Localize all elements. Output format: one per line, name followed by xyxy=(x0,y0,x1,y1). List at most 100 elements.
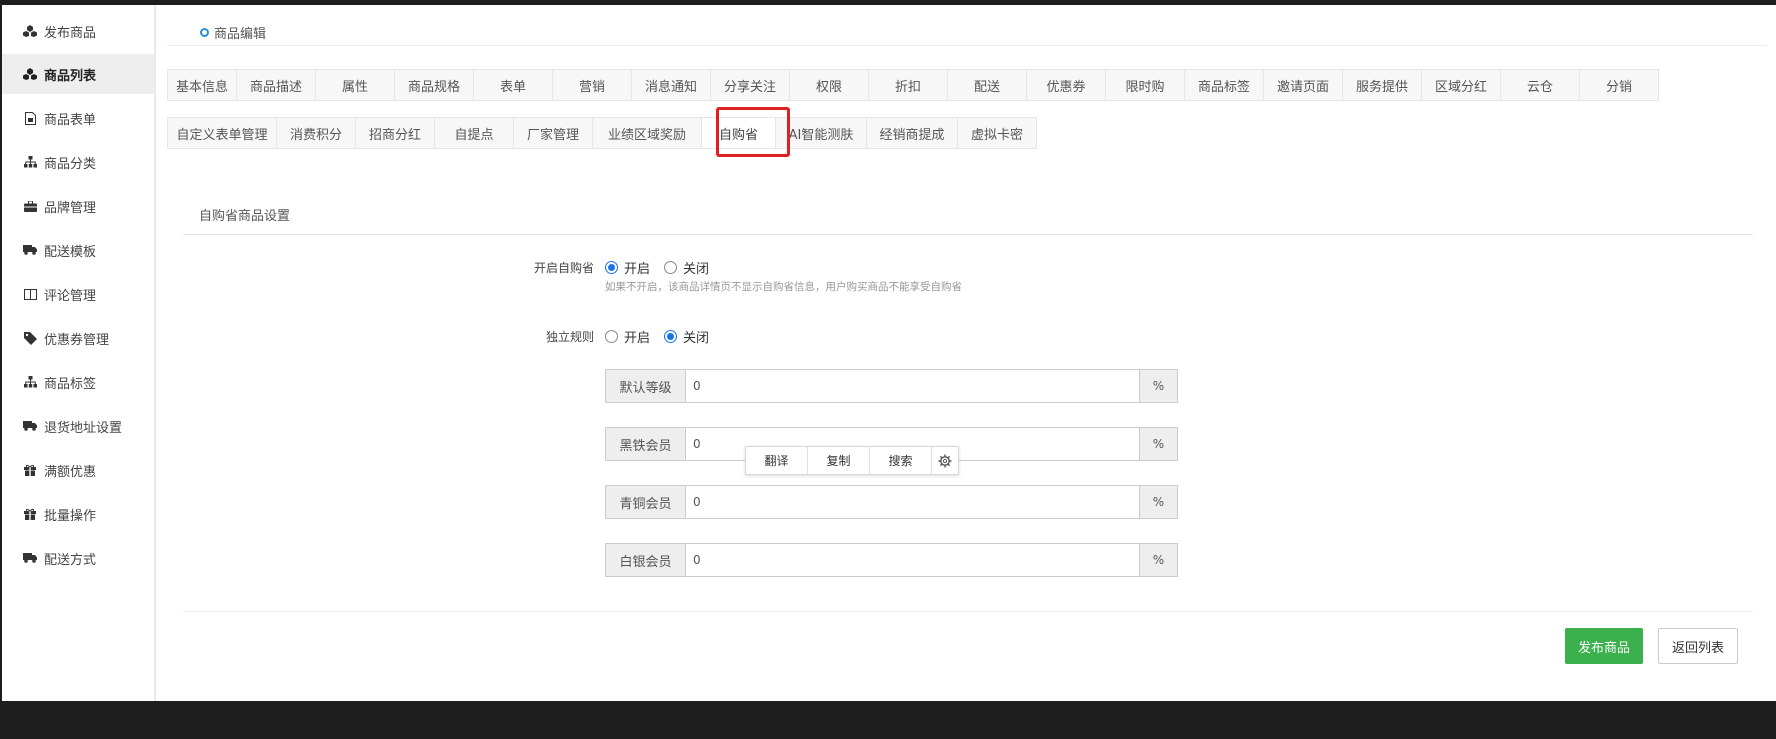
sidebar-item-label: 满额优惠 xyxy=(44,464,97,480)
sitemap-icon xyxy=(22,155,38,169)
independent-rule-radio-group: 开启 关闭 xyxy=(605,327,723,346)
sidebar-item-delivery-method[interactable]: 配送方式 xyxy=(2,538,154,578)
tab-ai-skin-test[interactable]: AI智能测肤 xyxy=(775,117,867,149)
sidebar-item-label: 退货地址设置 xyxy=(44,420,123,436)
radio-label: 开启 xyxy=(624,331,651,346)
sidebar-item-coupons[interactable]: 优惠券管理 xyxy=(2,318,154,358)
gift-icon xyxy=(22,463,38,477)
tab-pickup-point[interactable]: 自提点 xyxy=(434,117,514,149)
sidebar-item-shipping-template[interactable]: 配送模板 xyxy=(2,230,154,270)
enable-on-radio[interactable] xyxy=(605,261,618,274)
tab-bar-secondary: 自定义表单管理 消费积分 招商分红 自提点 厂家管理 业绩区域奖励 自购省 AI… xyxy=(167,117,1037,151)
sidebar-item-product-tags[interactable]: 商品标签 xyxy=(2,362,154,402)
app-window: 发布商品 商品列表 商品表单 商品分类 品牌管理 配送模板 评论管理 优惠券管理… xyxy=(2,5,1776,701)
tag-icon xyxy=(22,331,38,345)
level-percent-input[interactable]: 0 xyxy=(685,485,1140,519)
sidebar-item-label: 配送方式 xyxy=(44,552,97,568)
sidebar-item-label: 批量操作 xyxy=(44,508,97,524)
sidebar-item-full-discount[interactable]: 满额优惠 xyxy=(2,450,154,490)
tab-consumption-points[interactable]: 消费积分 xyxy=(276,117,356,149)
sidebar-item-brand[interactable]: 品牌管理 xyxy=(2,186,154,226)
independent-rule-off-radio[interactable] xyxy=(664,330,678,343)
tab-delivery[interactable]: 配送 xyxy=(947,69,1027,101)
gear-icon[interactable] xyxy=(932,447,958,474)
sidebar-item-publish-product[interactable]: 发布商品 xyxy=(2,11,154,51)
tab-self-purchase-saving[interactable]: 自购省 xyxy=(701,117,776,149)
sidebar-item-label: 优惠券管理 xyxy=(44,332,110,348)
sidebar-item-product-category[interactable]: 商品分类 xyxy=(2,142,154,182)
sidebar-item-label: 发布商品 xyxy=(44,25,97,41)
level-name: 白银会员 xyxy=(605,543,685,577)
divider xyxy=(183,611,1753,612)
sidebar-item-product-list[interactable]: 商品列表 xyxy=(2,54,154,94)
tab-distribution[interactable]: 分销 xyxy=(1579,69,1659,101)
tab-invite-page[interactable]: 邀请页面 xyxy=(1263,69,1343,101)
gift-icon xyxy=(22,507,38,521)
sidebar-item-label: 商品表单 xyxy=(44,112,97,128)
tab-merchant-dividend[interactable]: 招商分红 xyxy=(355,117,435,149)
sidebar-item-label: 品牌管理 xyxy=(44,200,97,216)
tab-product-description[interactable]: 商品描述 xyxy=(236,69,316,101)
selection-context-menu: 翻译 复制 搜索 xyxy=(745,446,959,475)
file-icon xyxy=(22,111,38,125)
tab-coupons[interactable]: 优惠券 xyxy=(1026,69,1106,101)
copy-button[interactable]: 复制 xyxy=(808,447,870,474)
sidebar-item-batch-operation[interactable]: 批量操作 xyxy=(2,494,154,534)
breadcrumb: 商品编辑 xyxy=(200,23,266,42)
tab-cloud-warehouse[interactable]: 云仓 xyxy=(1500,69,1580,101)
publish-product-button[interactable]: 发布商品 xyxy=(1565,628,1643,664)
tab-bar-primary: 基本信息 商品描述 属性 商品规格 表单 营销 消息通知 分享关注 权限 折扣 … xyxy=(167,69,1659,103)
level-percent-input[interactable]: 0 xyxy=(685,369,1140,403)
enable-off-radio[interactable] xyxy=(664,261,678,274)
radio-label: 关闭 xyxy=(683,262,710,277)
tab-share-follow[interactable]: 分享关注 xyxy=(710,69,790,101)
tab-product-tags[interactable]: 商品标签 xyxy=(1184,69,1264,101)
tab-virtual-card[interactable]: 虚拟卡密 xyxy=(957,117,1037,149)
tab-permissions[interactable]: 权限 xyxy=(789,69,869,101)
tab-discount[interactable]: 折扣 xyxy=(868,69,948,101)
independent-rule-on-radio[interactable] xyxy=(605,330,618,343)
main-content: 商品编辑 基本信息 商品描述 属性 商品规格 表单 营销 消息通知 分享关注 权… xyxy=(154,5,1776,701)
tab-manufacturer[interactable]: 厂家管理 xyxy=(513,117,593,149)
tab-form[interactable]: 表单 xyxy=(473,69,553,101)
tab-product-spec[interactable]: 商品规格 xyxy=(394,69,474,101)
level-percent-input[interactable]: 0 xyxy=(685,543,1140,577)
sidebar-item-comments[interactable]: 评论管理 xyxy=(2,274,154,314)
tab-flash-sale[interactable]: 限时购 xyxy=(1105,69,1185,101)
translate-button[interactable]: 翻译 xyxy=(746,447,808,474)
radio-label: 关闭 xyxy=(683,331,710,346)
tab-attributes[interactable]: 属性 xyxy=(315,69,395,101)
tab-basic-info[interactable]: 基本信息 xyxy=(167,69,237,101)
tab-dealer-commission[interactable]: 经销商提成 xyxy=(866,117,958,149)
truck-icon xyxy=(22,243,38,257)
tab-notifications[interactable]: 消息通知 xyxy=(631,69,711,101)
tab-service-provider[interactable]: 服务提供 xyxy=(1342,69,1422,101)
back-to-list-button[interactable]: 返回列表 xyxy=(1658,628,1738,664)
circle-icon xyxy=(200,28,209,37)
sidebar: 发布商品 商品列表 商品表单 商品分类 品牌管理 配送模板 评论管理 优惠券管理… xyxy=(2,5,156,701)
enable-label: 开启自购省 xyxy=(533,261,594,275)
truck-icon xyxy=(22,551,38,565)
percent-unit: % xyxy=(1140,369,1178,403)
level-input-group: 青铜会员 0 % xyxy=(605,485,1178,519)
tab-custom-form[interactable]: 自定义表单管理 xyxy=(167,117,277,149)
cubes-icon xyxy=(22,24,38,38)
columns-icon xyxy=(22,287,38,301)
cubes-icon xyxy=(22,67,38,81)
breadcrumb-label[interactable]: 商品编辑 xyxy=(214,23,266,42)
enable-hint: 如果不开启，该商品详情页不显示自购省信息，用户购买商品不能享受自购省 xyxy=(605,281,962,293)
search-button[interactable]: 搜索 xyxy=(870,447,932,474)
tab-marketing[interactable]: 营销 xyxy=(552,69,632,101)
divider xyxy=(183,234,1753,235)
tab-regional-dividend[interactable]: 区域分红 xyxy=(1421,69,1501,101)
sidebar-item-label: 配送模板 xyxy=(44,244,97,260)
sidebar-item-label: 商品分类 xyxy=(44,156,97,172)
tab-regional-reward[interactable]: 业绩区域奖励 xyxy=(592,117,702,149)
sidebar-item-return-address[interactable]: 退货地址设置 xyxy=(2,406,154,446)
independent-rule-label: 独立规则 xyxy=(545,330,594,344)
percent-unit: % xyxy=(1140,485,1178,519)
level-name: 默认等级 xyxy=(605,369,685,403)
sidebar-item-product-form[interactable]: 商品表单 xyxy=(2,98,154,138)
enable-radio-group: 开启 关闭 xyxy=(605,258,723,277)
sidebar-item-label: 评论管理 xyxy=(44,288,97,304)
